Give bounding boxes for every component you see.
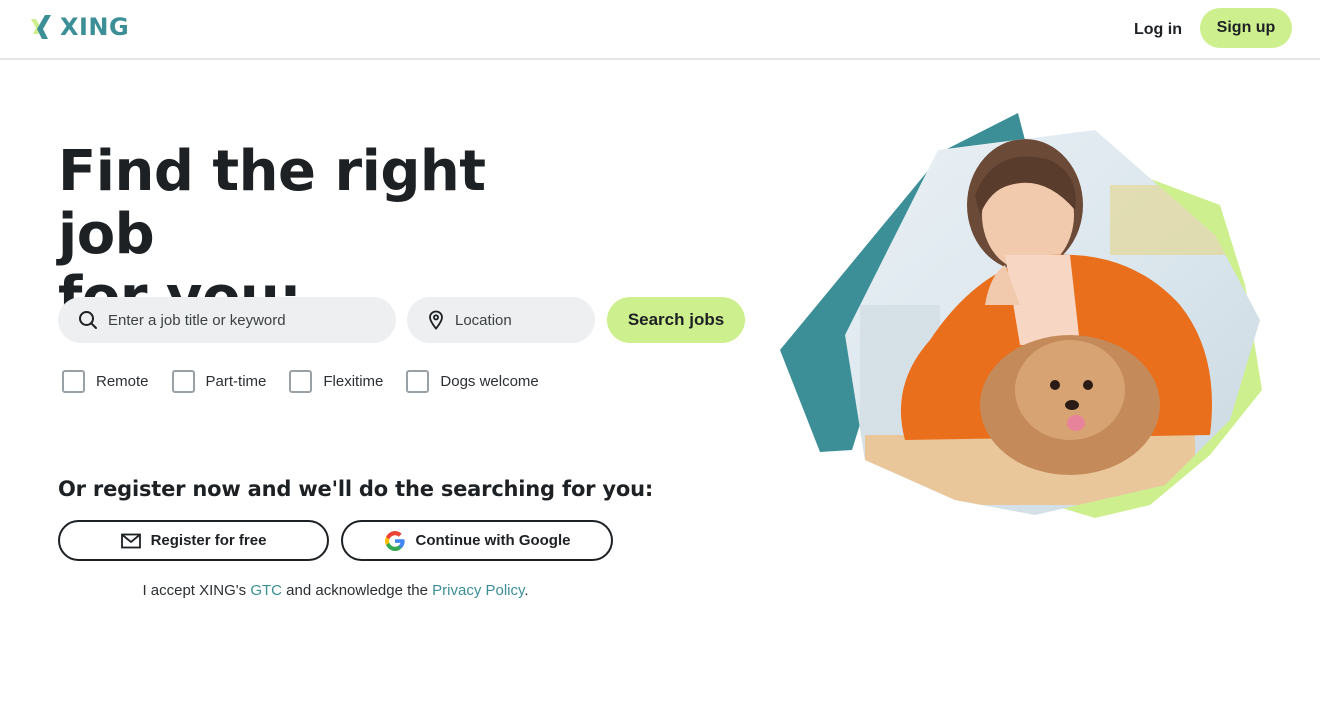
legal-prefix: I accept XING's [142, 582, 251, 599]
filter-dogs-welcome[interactable]: Dogs welcome [406, 369, 539, 393]
keyword-input[interactable] [108, 311, 396, 329]
logo-wordmark: XING [60, 13, 130, 41]
keyword-search-field[interactable] [58, 297, 396, 343]
legal-notice: I accept XING's GTC and acknowledge the … [58, 582, 613, 599]
xing-logo-icon [31, 15, 51, 39]
envelope-icon [120, 533, 141, 548]
checkbox-part-time[interactable] [171, 369, 195, 393]
privacy-policy-link[interactable]: Privacy Policy [432, 582, 524, 599]
register-for-free-button[interactable]: Register for free [58, 520, 329, 561]
register-heading: Or register now and we'll do the searchi… [58, 477, 654, 501]
location-input[interactable] [455, 311, 595, 329]
filter-label-dogs-welcome: Dogs welcome [440, 372, 539, 390]
search-icon [79, 311, 97, 329]
xing-logo[interactable]: XING [30, 13, 129, 41]
legal-suffix: . [524, 582, 529, 599]
filter-label-remote: Remote [96, 372, 149, 390]
filter-label-part-time: Part-time [205, 372, 267, 390]
filter-part-time[interactable]: Part-time [171, 369, 267, 393]
register-for-free-label: Register for free [150, 532, 267, 549]
legal-middle: and acknowledge the [282, 582, 433, 599]
gtc-link[interactable]: GTC [250, 582, 282, 599]
filter-remote[interactable]: Remote [62, 369, 149, 393]
checkbox-remote[interactable] [62, 369, 85, 393]
filter-label-flexitime: Flexitime [323, 372, 384, 390]
headline-line-1: Find the right job [58, 139, 486, 267]
google-icon [384, 530, 405, 551]
continue-with-google-button[interactable]: Continue with Google [341, 520, 613, 561]
location-search-field[interactable] [407, 297, 595, 343]
checkbox-flexitime[interactable] [289, 369, 313, 393]
login-link[interactable]: Log in [1122, 16, 1194, 44]
continue-with-google-label: Continue with Google [415, 532, 571, 549]
checkbox-dogs-welcome[interactable] [406, 369, 430, 393]
top-navigation-bar: XING Log in Sign up [0, 0, 1320, 60]
location-pin-icon [429, 310, 443, 330]
hero-image [780, 113, 1262, 518]
filter-checkboxes: Remote Part-time Flexitime Dogs welcome [62, 369, 562, 393]
signup-button[interactable]: Sign up [1200, 8, 1292, 48]
search-jobs-button[interactable]: Search jobs [607, 297, 745, 343]
filter-flexitime[interactable]: Flexitime [289, 369, 384, 393]
